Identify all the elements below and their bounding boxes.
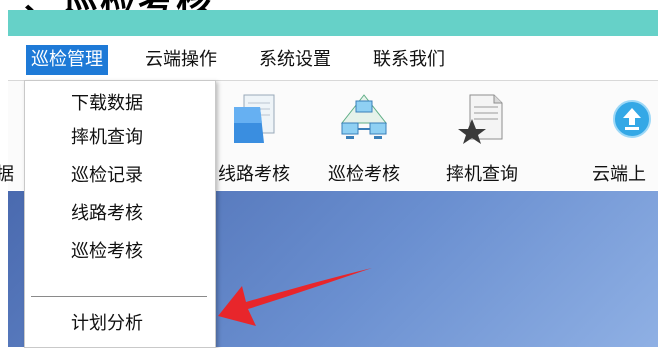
dropdown-separator bbox=[31, 296, 207, 297]
toolbar-label: 云端上 bbox=[592, 164, 646, 185]
page-title: 、巡检考核 bbox=[24, 0, 214, 10]
dropdown-item-patrol-assessment[interactable]: 巡检考核 bbox=[71, 235, 143, 269]
menu-bar: 巡检管理 云端操作 系统设置 联系我们 bbox=[8, 40, 658, 81]
toolbar-drop-query[interactable]: 摔机查询 bbox=[436, 81, 528, 190]
toolbar-line-assessment[interactable]: 线路考核 bbox=[208, 81, 300, 190]
cloud-upload-icon bbox=[613, 100, 651, 138]
toolbar-patrol-assessment[interactable]: 巡检考核 bbox=[318, 81, 410, 190]
menu-system-settings[interactable]: 系统设置 bbox=[254, 45, 336, 75]
toolbar-label: 据 bbox=[0, 164, 14, 185]
dropdown-item-drop-query[interactable]: 摔机查询 bbox=[71, 121, 143, 155]
dropdown-item-line-assessment[interactable]: 线路考核 bbox=[71, 197, 143, 231]
menu-contact-us[interactable]: 联系我们 bbox=[368, 45, 450, 75]
dropdown-item-plan-analysis[interactable]: 计划分析 bbox=[71, 307, 143, 341]
document-star-icon bbox=[458, 94, 503, 144]
toolbar-cloud-upload[interactable]: 云端上 bbox=[582, 81, 658, 190]
toolbar-download-data[interactable]: 据 bbox=[0, 81, 18, 190]
network-computers-icon bbox=[340, 94, 388, 139]
menu-patrol-management[interactable]: 巡检管理 bbox=[26, 45, 108, 75]
patrol-management-dropdown: 下载数据 摔机查询 巡检记录 线路考核 巡检考核 计划分析 bbox=[24, 80, 216, 348]
page-title-area: 、巡检考核 bbox=[0, 0, 658, 10]
dropdown-item-download-data[interactable]: 下载数据 bbox=[71, 87, 143, 121]
toolbar-label: 巡检考核 bbox=[328, 164, 400, 185]
menu-cloud-operations[interactable]: 云端操作 bbox=[140, 45, 222, 75]
document-pages-icon bbox=[234, 94, 275, 143]
toolbar-label: 线路考核 bbox=[218, 164, 290, 185]
toolbar-label: 摔机查询 bbox=[446, 164, 518, 185]
dropdown-item-patrol-records[interactable]: 巡检记录 bbox=[71, 159, 143, 193]
title-bar bbox=[8, 10, 658, 36]
